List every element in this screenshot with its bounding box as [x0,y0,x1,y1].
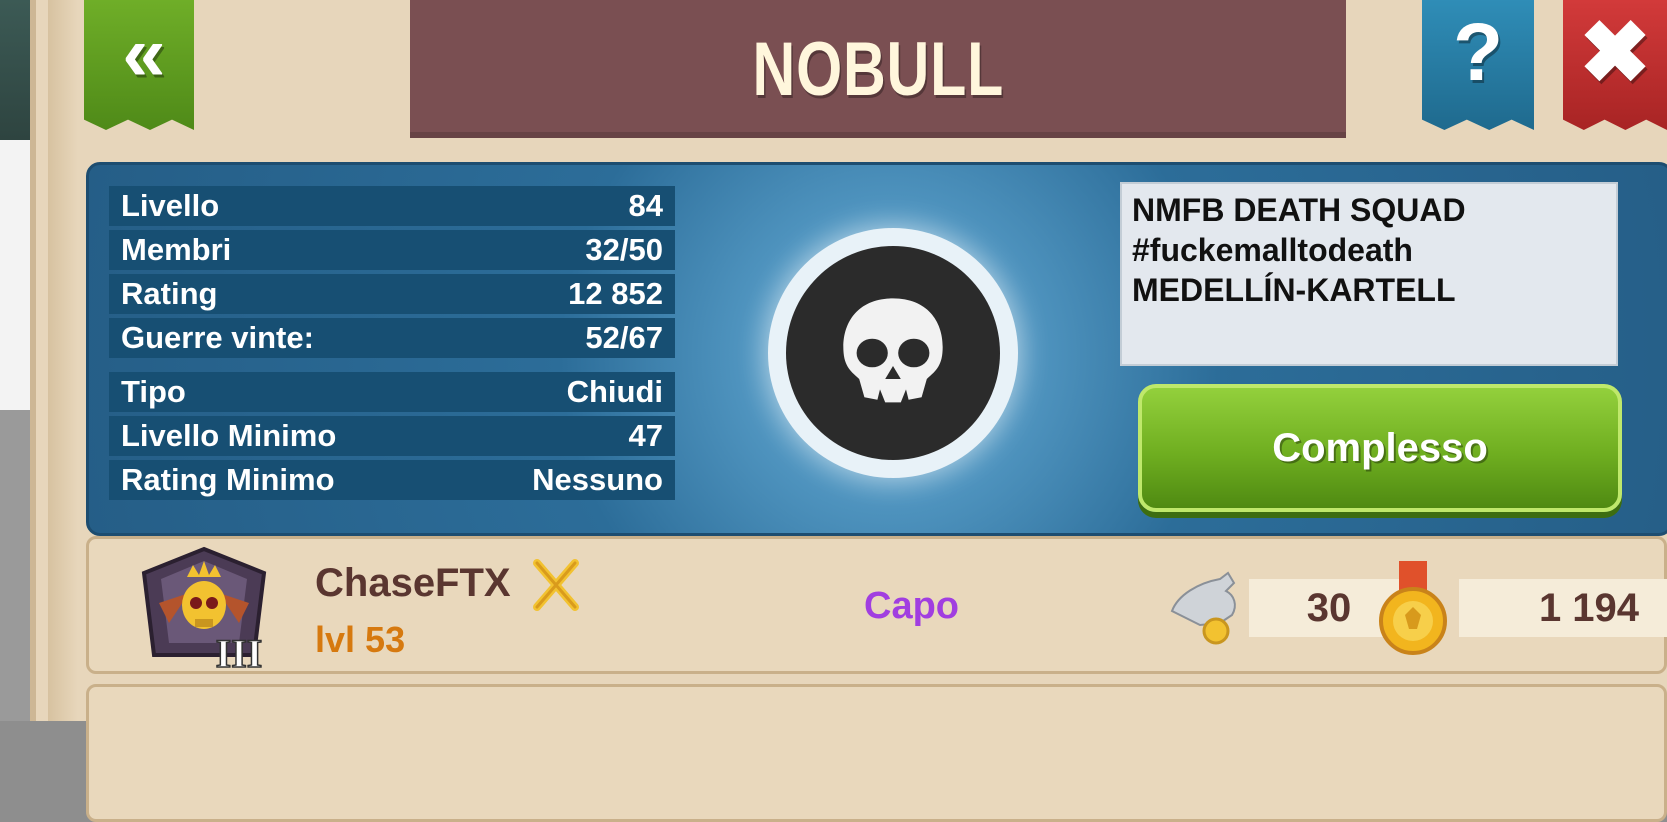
glove-icon [1170,571,1236,645]
question-icon: ? [1452,7,1504,98]
clan-name: NOBULL [752,26,1004,112]
stat-row-level: Livello 84 [109,186,675,226]
member-role: Capo [864,585,959,627]
stat-label: Guerre vinte: [121,320,314,355]
clan-emblem-inner [786,246,1000,460]
member-row[interactable] [86,684,1667,822]
stat-row-wars-won: Guerre vinte: 52/67 [109,318,675,358]
double-chevron-left-icon: « [122,8,166,97]
stat-value: 12 852 [568,276,663,311]
crossed-swords-icon [533,559,579,611]
background-panel [0,140,30,410]
help-button[interactable]: ? [1422,0,1534,130]
background-panel [0,410,30,721]
skull-icon [843,298,943,403]
member-level-prefix: lvl [315,619,356,660]
stat-row-type: Tipo Chiudi [109,372,675,412]
stat-label: Tipo [121,374,186,409]
background-map [0,0,30,140]
close-button[interactable]: ✖ [1563,0,1667,130]
stat-label: Rating Minimo [121,462,335,497]
member-level: lvl 53 [315,619,405,661]
stat-value: Nessuno [532,462,663,497]
stat-value: 47 [628,418,663,453]
stat-label: Livello Minimo [121,418,337,453]
medal-icon [1379,561,1447,655]
close-icon: ✖ [1578,5,1652,101]
member-row[interactable]: III ChaseFTX lvl 53 Capo 30 1 194 [86,536,1667,674]
member-stat-trophies: 1 194 [1459,579,1667,637]
clan-description: NMFB DEATH SQUAD #fuckemalltodeath MEDEL… [1120,182,1618,366]
stat-row-rating: Rating 12 852 [109,274,675,314]
stat-value: Chiudi [566,374,663,409]
complex-button[interactable]: Complesso [1138,384,1622,512]
stat-label: Rating [121,276,218,311]
back-button[interactable]: « [84,0,194,130]
frame-edge [48,0,78,721]
stat-label: Membri [121,232,232,267]
rank-badge-icon: III [141,546,267,671]
stat-value: 52/67 [585,320,663,355]
member-name: ChaseFTX [315,561,511,605]
stat-value: 32/50 [585,232,663,267]
stat-row-min-level: Livello Minimo 47 [109,416,675,456]
rank-numeral: III [216,631,263,671]
stat-label: Livello [121,188,220,223]
stat-row-min-rating: Rating Minimo Nessuno [109,460,675,500]
clan-stats: Livello 84 Membri 32/50 Rating 12 852 Gu… [109,186,675,504]
title-banner: NOBULL [410,0,1346,138]
stat-value: 84 [628,188,663,223]
stat-divider [109,362,675,372]
stat-row-members: Membri 32/50 [109,230,675,270]
member-level-value: 53 [365,619,406,660]
